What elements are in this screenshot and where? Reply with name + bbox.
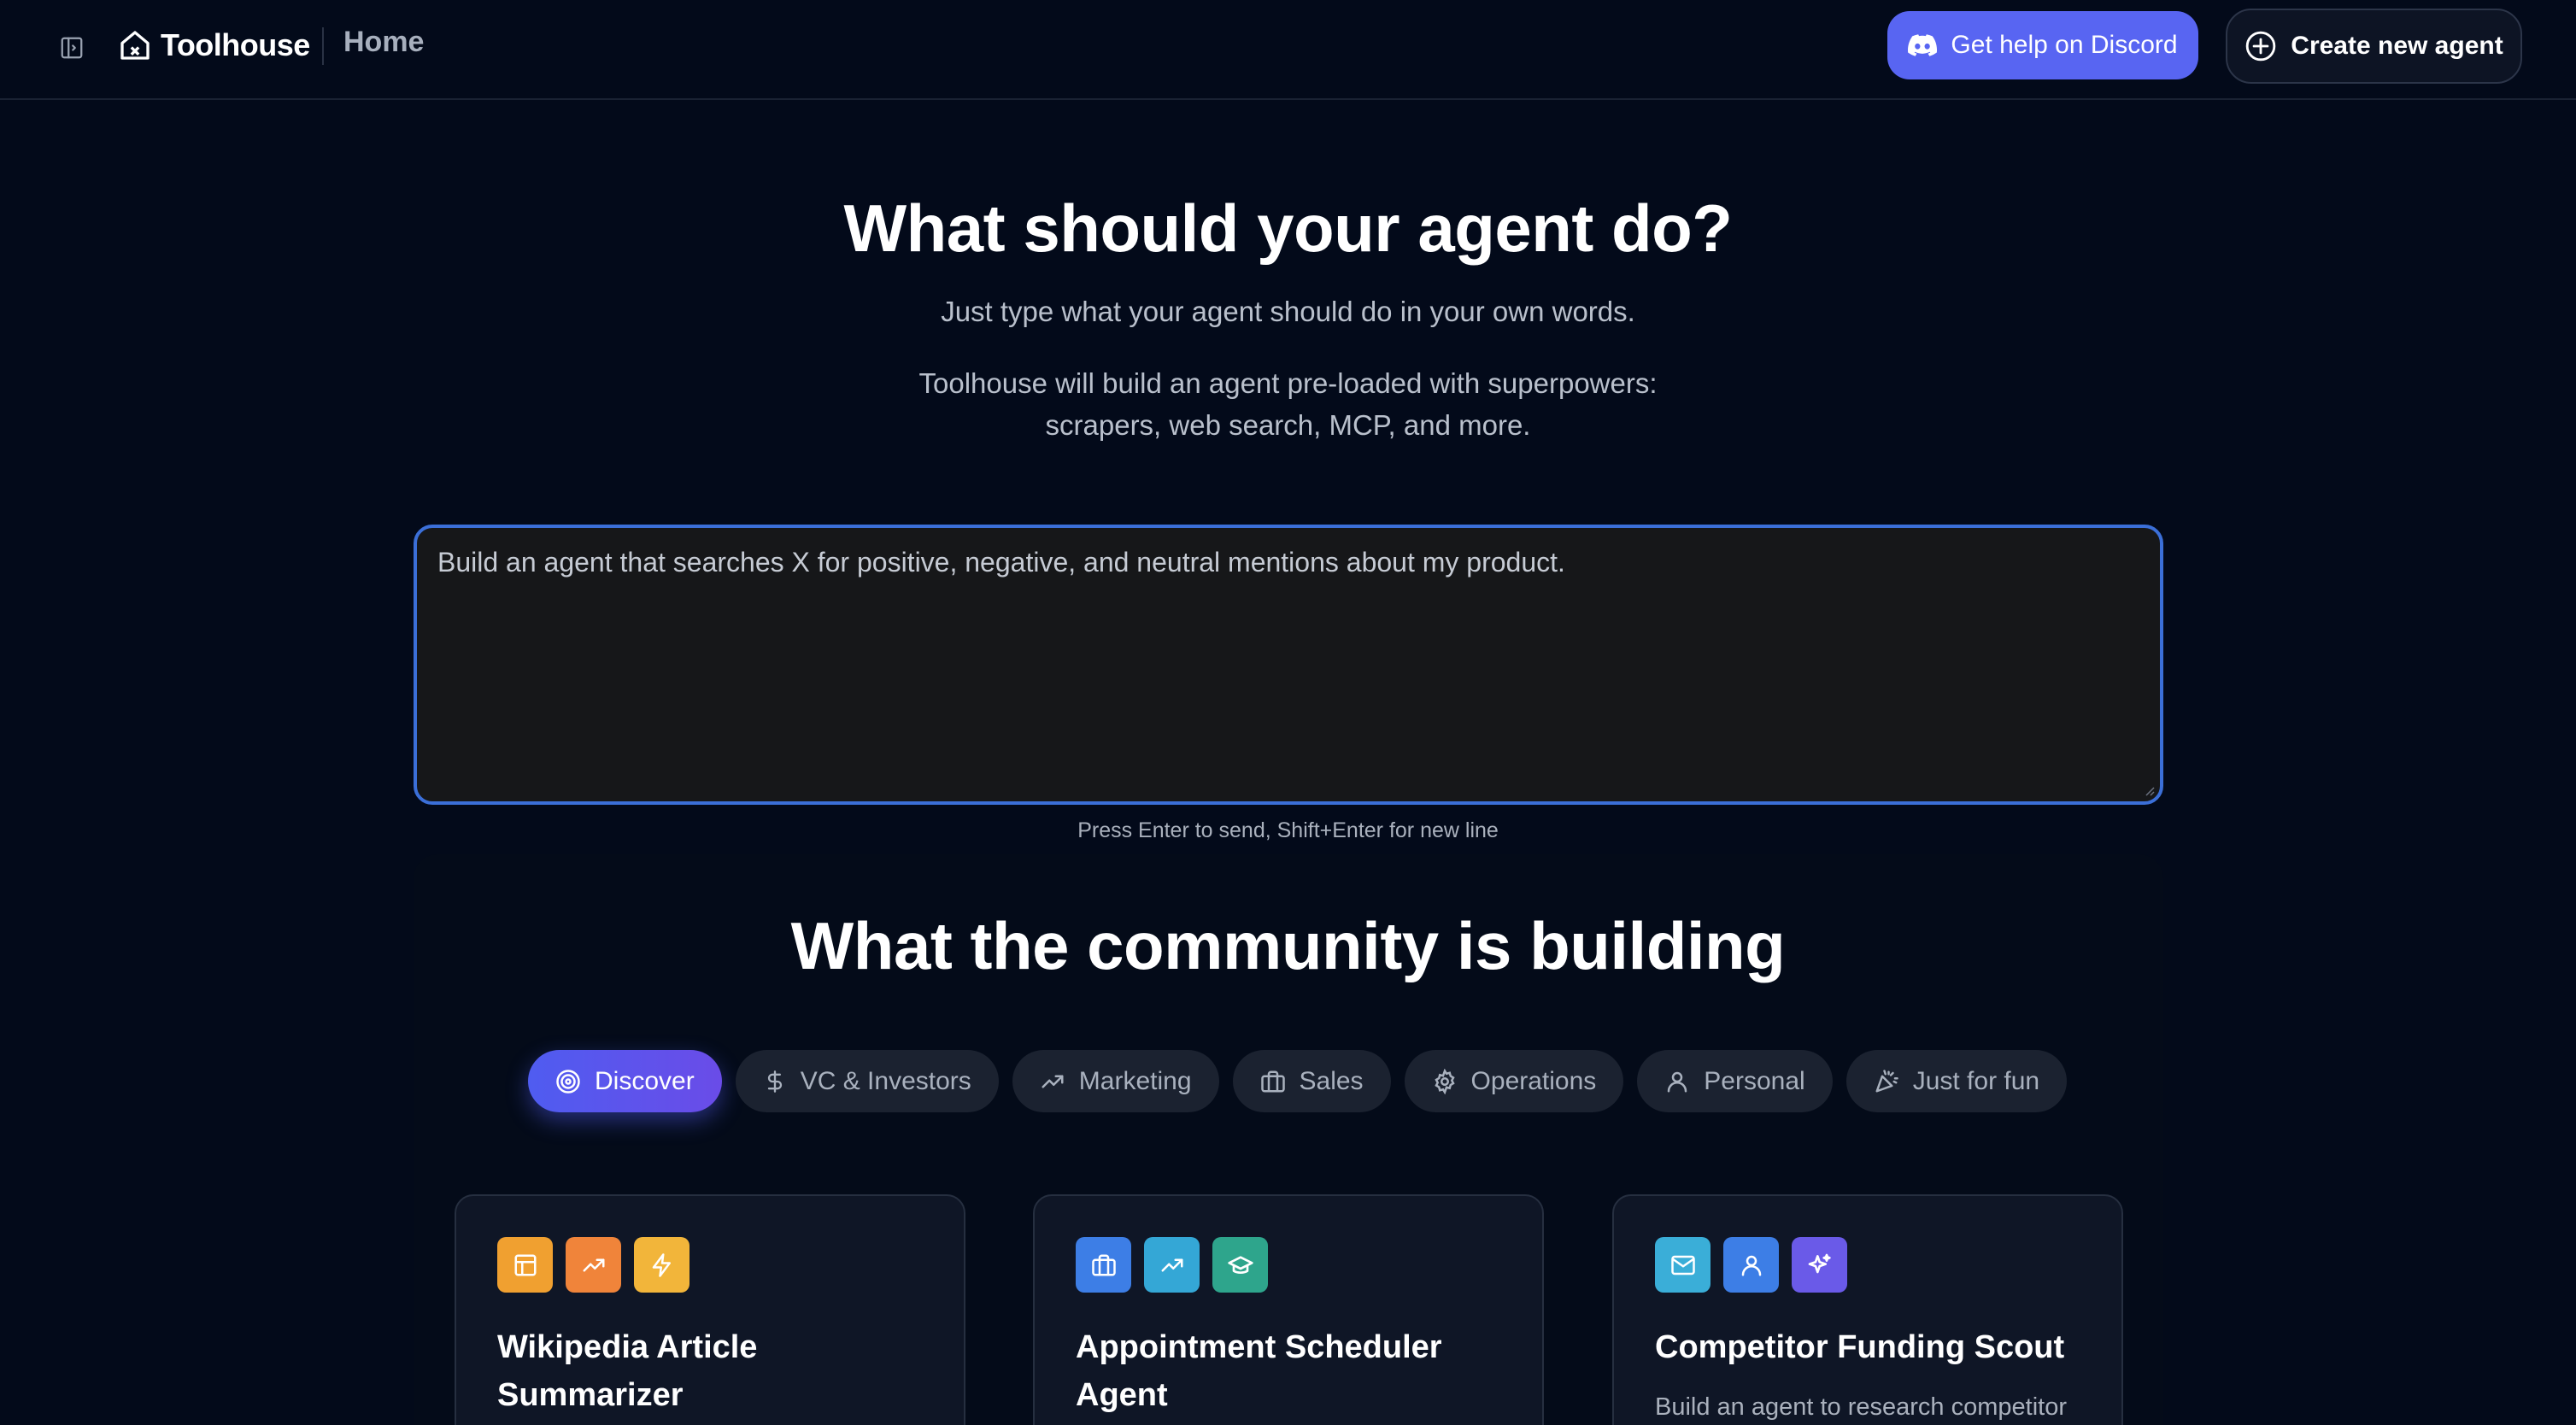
hero-subtitle: Just type what your agent should do in y…: [941, 296, 1635, 327]
tab-operations[interactable]: Operations: [1404, 1050, 1624, 1112]
agent-card-wikipedia-summarizer[interactable]: Wikipedia Article Summarizer: [455, 1194, 965, 1425]
hero-description-line-1: Toolhouse will build an agent pre-loaded…: [918, 367, 1658, 399]
card-title-line-2: Agent: [1076, 1377, 1168, 1413]
card-description: Build an agent to research competitor: [1655, 1393, 2067, 1421]
tab-marketing[interactable]: Marketing: [1012, 1050, 1219, 1112]
dollar-icon: [767, 1070, 782, 1093]
header-divider: [322, 27, 324, 65]
tab-just-for-fun-label: Just for fun: [1912, 1066, 2040, 1095]
briefcase-icon: [1260, 1070, 1285, 1092]
discord-help-button[interactable]: Get help on Discord: [1887, 11, 2198, 79]
user-icon: [1723, 1237, 1779, 1293]
sparkles-icon: [1792, 1237, 1847, 1293]
agent-card-appointment-scheduler[interactable]: Appointment Scheduler Agent: [1033, 1194, 1544, 1425]
tab-discover[interactable]: Discover: [528, 1050, 722, 1112]
card-title-line-2: Summarizer: [497, 1377, 684, 1413]
plus-circle-icon: [2246, 31, 2276, 62]
tab-just-for-fun[interactable]: Just for fun: [1845, 1050, 2068, 1112]
create-agent-label: Create new agent: [2291, 32, 2503, 60]
breadcrumb-home[interactable]: Home: [343, 26, 424, 59]
party-popper-icon: [1875, 1069, 1898, 1092]
zap-icon: [634, 1237, 689, 1293]
hero-title: What should your agent do?: [843, 191, 1733, 266]
trending-up-icon: [566, 1237, 621, 1293]
prompt-hint: Press Enter to send, Shift+Enter for new…: [1077, 818, 1499, 842]
layout-icon: [497, 1237, 553, 1293]
app-name: Toolhouse: [161, 27, 310, 62]
card-icon-row: [497, 1237, 923, 1293]
tab-marketing-label: Marketing: [1078, 1066, 1192, 1095]
agent-prompt-value: Build an agent that searches X for posit…: [437, 547, 1565, 578]
gear-icon: [1434, 1068, 1455, 1094]
card-title: Competitor Funding Scout: [1655, 1329, 2065, 1365]
user-icon: [1668, 1071, 1687, 1092]
tab-personal-label: Personal: [1704, 1066, 1805, 1095]
category-tabs: Discover VC & Investors Marketing Sales: [528, 1050, 2068, 1112]
tab-discover-label: Discover: [595, 1066, 695, 1095]
agent-card-competitor-funding-scout[interactable]: Competitor Funding Scout Build an agent …: [1612, 1194, 2123, 1425]
discord-icon: [1908, 34, 1938, 56]
tab-vc-investors-label: VC & Investors: [800, 1066, 971, 1095]
community-title: What the community is building: [790, 908, 1786, 983]
tab-personal[interactable]: Personal: [1637, 1050, 1833, 1112]
graduation-cap-icon: [1212, 1237, 1268, 1293]
tab-operations-label: Operations: [1470, 1066, 1597, 1095]
hero-description-line-2: scrapers, web search, MCP, and more.: [1045, 409, 1531, 441]
tab-sales[interactable]: Sales: [1232, 1050, 1391, 1112]
app-logo[interactable]: Toolhouse: [118, 24, 310, 67]
hero-description: Toolhouse will build an agent pre-loaded…: [0, 362, 2576, 446]
page: Toolhouse Home Get help on Discord Creat…: [0, 0, 2576, 1425]
card-icon-row: [1655, 1237, 2080, 1293]
card-title: Wikipedia Article Summarizer: [497, 1323, 923, 1419]
resize-handle-icon[interactable]: [2143, 784, 2155, 796]
sidebar-toggle-button[interactable]: [55, 31, 89, 65]
trending-up-icon: [1042, 1075, 1064, 1088]
card-title: Appointment Scheduler Agent: [1076, 1323, 1501, 1419]
top-bar: Toolhouse Home Get help on Discord Creat…: [0, 0, 2576, 100]
sidebar-toggle-icon: [61, 37, 83, 59]
briefcase-icon: [1076, 1237, 1131, 1293]
create-agent-button[interactable]: Create new agent: [2226, 9, 2522, 84]
tab-vc-investors[interactable]: VC & Investors: [735, 1050, 999, 1112]
house-logo-icon: [120, 31, 150, 60]
tab-sales-label: Sales: [1299, 1066, 1364, 1095]
card-icon-row: [1076, 1237, 1501, 1293]
card-title-line-1: Wikipedia Article: [497, 1329, 758, 1365]
agent-prompt-textarea[interactable]: Build an agent that searches X for posit…: [414, 525, 2163, 805]
discord-help-label: Get help on Discord: [1951, 31, 2178, 59]
mail-icon: [1655, 1237, 1710, 1293]
target-icon: [556, 1069, 580, 1094]
card-title-line-1: Appointment Scheduler: [1076, 1329, 1442, 1365]
trending-up-icon: [1144, 1237, 1200, 1293]
